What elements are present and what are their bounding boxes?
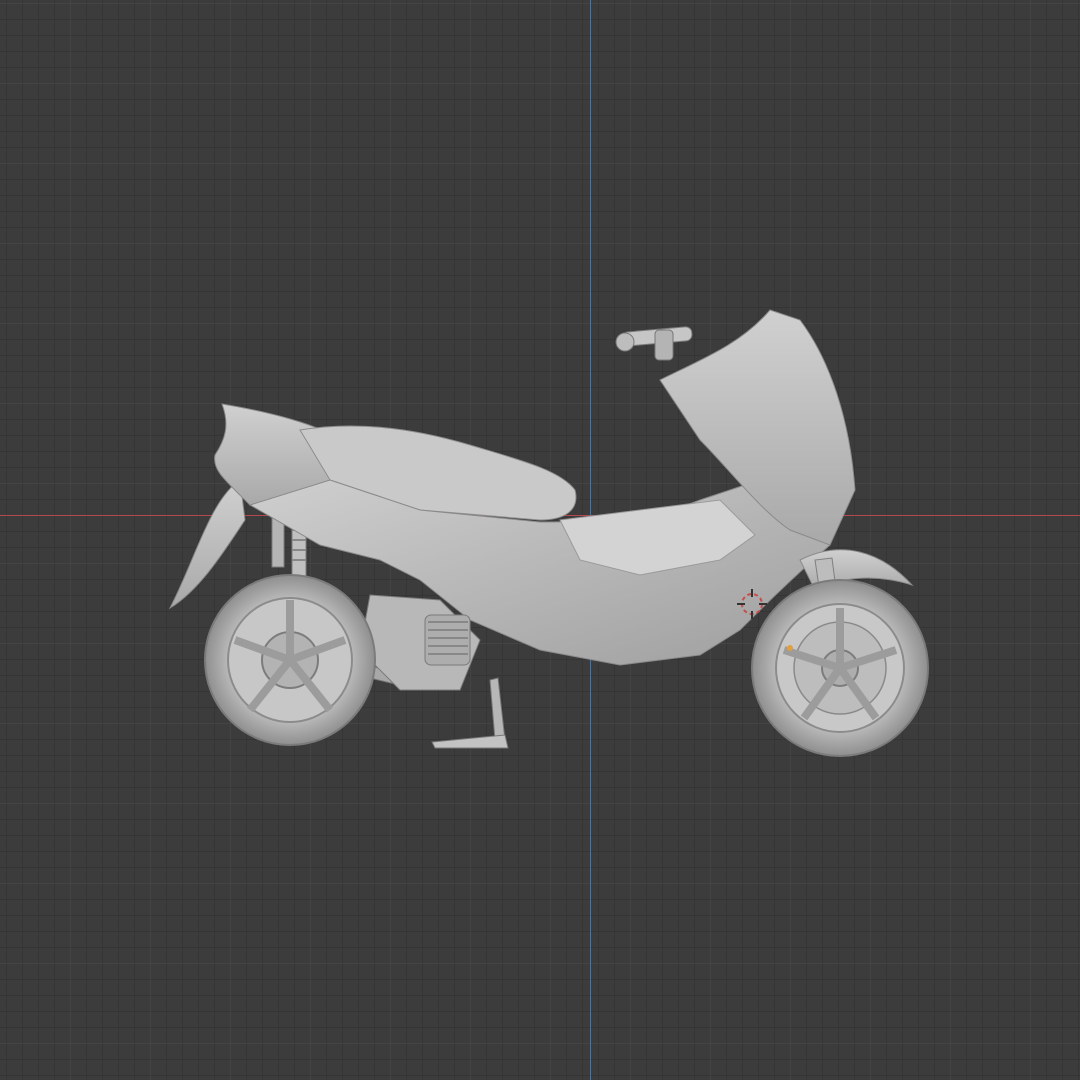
scooter-model[interactable] bbox=[0, 0, 1080, 1080]
object-origin-dot bbox=[787, 645, 793, 651]
front-wheel bbox=[751, 579, 929, 757]
rear-fender bbox=[168, 479, 246, 610]
rear-wheel bbox=[204, 574, 376, 746]
handlebar bbox=[615, 326, 693, 361]
3d-viewport[interactable] bbox=[0, 0, 1080, 1080]
